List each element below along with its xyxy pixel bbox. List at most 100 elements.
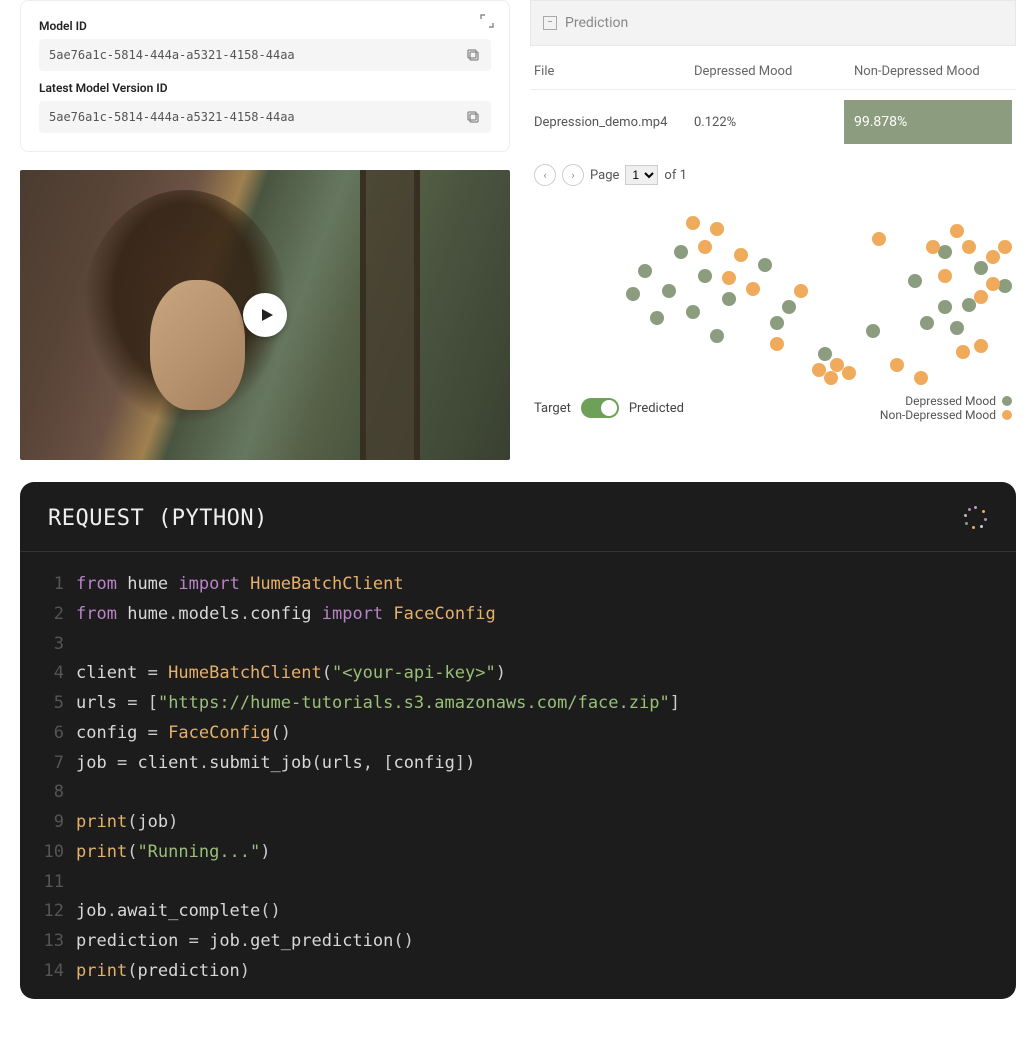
line-number: 12 (34, 897, 64, 927)
line-number: 3 (34, 630, 64, 660)
code-content: print(prediction) (76, 957, 250, 987)
scatter-dot (998, 240, 1012, 254)
code-line: 8 (20, 778, 1016, 808)
code-line: 2 from hume.models.config import FaceConf… (20, 600, 1016, 630)
code-content: job = client.submit_job(urls, [config]) (76, 749, 475, 779)
pager-of-label: of 1 (664, 168, 686, 183)
code-content: config = FaceConfig() (76, 719, 291, 749)
legend-non-depressed: Non-Depressed Mood (880, 408, 996, 422)
code-line: 12 job.await_complete() (20, 897, 1016, 927)
scatter-legend: Depressed Mood Non-Depressed Mood (880, 394, 1012, 422)
code-line: 3 (20, 630, 1016, 660)
line-number: 9 (34, 808, 64, 838)
pager-next-button[interactable]: › (562, 164, 584, 186)
col-file: File (534, 64, 694, 79)
line-number: 2 (34, 600, 64, 630)
model-id-value-row: 5ae76a1c-5814-444a-a5321-4158-44aa (39, 39, 491, 71)
prediction-header-label: Prediction (565, 15, 628, 31)
predicted-label: Predicted (629, 401, 684, 416)
version-id-label: Latest Model Version ID (39, 81, 491, 95)
line-number: 4 (34, 659, 64, 689)
scatter-dot (794, 284, 808, 298)
line-number: 6 (34, 719, 64, 749)
scatter-dot (818, 347, 832, 361)
code-lines: 1 from hume import HumeBatchClient 2 from h… (20, 551, 1016, 987)
scatter-dot (686, 305, 700, 319)
scatter-dot (710, 222, 724, 236)
cell-file: Depression_demo.mp4 (534, 115, 694, 130)
code-line: 4 client = HumeBatchClient("<your-api-key… (20, 659, 1016, 689)
line-number: 11 (34, 868, 64, 898)
pager-page-select[interactable]: 1 (625, 165, 658, 185)
scatter-plot (530, 206, 1016, 386)
line-number: 1 (34, 570, 64, 600)
prediction-table-head: File Depressed Mood Non-Depressed Mood (530, 46, 1016, 90)
scatter-dot (926, 240, 940, 254)
version-id-value: 5ae76a1c-5814-444a-a5321-4158-44aa (49, 110, 295, 124)
line-number: 14 (34, 957, 64, 987)
line-number: 10 (34, 838, 64, 868)
code-request-card: REQUEST (PYTHON) 1 from hume import HumeB… (20, 482, 1016, 999)
scatter-dot (842, 366, 856, 380)
code-line: 5 urls = ["https://hume-tutorials.s3.amaz… (20, 689, 1016, 719)
target-label: Target (534, 401, 571, 416)
code-content: print(job) (76, 808, 178, 838)
code-content: client = HumeBatchClient("<your-api-key>… (76, 659, 506, 689)
code-content: from hume import HumeBatchClient (76, 570, 404, 600)
scatter-dot (986, 250, 1000, 264)
scatter-dot (950, 321, 964, 335)
prediction-header[interactable]: − Prediction (530, 0, 1016, 46)
version-id-value-row: 5ae76a1c-5814-444a-a5321-4158-44aa (39, 101, 491, 133)
collapse-icon[interactable]: − (543, 16, 557, 30)
scatter-dot (908, 274, 922, 288)
code-line: 13 prediction = job.get_prediction() (20, 927, 1016, 957)
video-thumbnail[interactable] (20, 170, 510, 460)
line-number: 8 (34, 778, 64, 808)
scatter-dot (890, 358, 904, 372)
cell-non-depressed: 99.878% (844, 100, 1012, 144)
scatter-dot (824, 371, 838, 385)
prediction-row: Depression_demo.mp4 0.122% 99.878% (530, 90, 1016, 154)
scatter-dot (950, 224, 964, 238)
scatter-dot (638, 264, 652, 278)
scatter-dot (938, 300, 952, 314)
code-content: from hume.models.config import FaceConfi… (76, 600, 496, 630)
loading-spinner-icon (964, 506, 988, 530)
code-title: REQUEST (PYTHON) (20, 506, 1016, 551)
scatter-dot (866, 324, 880, 338)
scatter-dot (974, 339, 988, 353)
pager-prev-button[interactable]: ‹ (534, 164, 556, 186)
code-content: prediction = job.get_prediction() (76, 927, 414, 957)
line-number: 13 (34, 927, 64, 957)
scatter-dot (722, 292, 736, 306)
code-content: print("Running...") (76, 838, 271, 868)
model-id-label: Model ID (39, 19, 491, 33)
col-non-depressed: Non-Depressed Mood (854, 64, 1012, 79)
code-line: 6 config = FaceConfig() (20, 719, 1016, 749)
pager: ‹ › Page 1 of 1 (530, 154, 1016, 196)
scatter-dot (626, 287, 640, 301)
copy-icon[interactable] (465, 109, 481, 125)
scatter-dot (962, 240, 976, 254)
scatter-dot (938, 269, 952, 283)
scatter-dot (698, 269, 712, 283)
scatter-dot (974, 290, 988, 304)
scatter-dot (872, 232, 886, 246)
code-content: urls = ["https://hume-tutorials.s3.amazo… (76, 689, 680, 719)
scatter-dot (770, 316, 784, 330)
scatter-dot (746, 282, 760, 296)
scatter-footer: Target Predicted Depressed Mood Non-Depr… (530, 386, 1016, 430)
code-content: job.await_complete() (76, 897, 281, 927)
legend-depressed: Depressed Mood (905, 394, 996, 408)
scatter-dot (722, 271, 736, 285)
scatter-dot (938, 245, 952, 259)
scatter-dot (920, 316, 934, 330)
play-button[interactable] (243, 293, 287, 337)
scatter-dot (650, 311, 664, 325)
expand-icon[interactable] (479, 13, 495, 29)
code-line: 9 print(job) (20, 808, 1016, 838)
copy-icon[interactable] (465, 47, 481, 63)
target-predicted-toggle[interactable] (581, 398, 619, 418)
code-line: 14 print(prediction) (20, 957, 1016, 987)
line-number: 5 (34, 689, 64, 719)
